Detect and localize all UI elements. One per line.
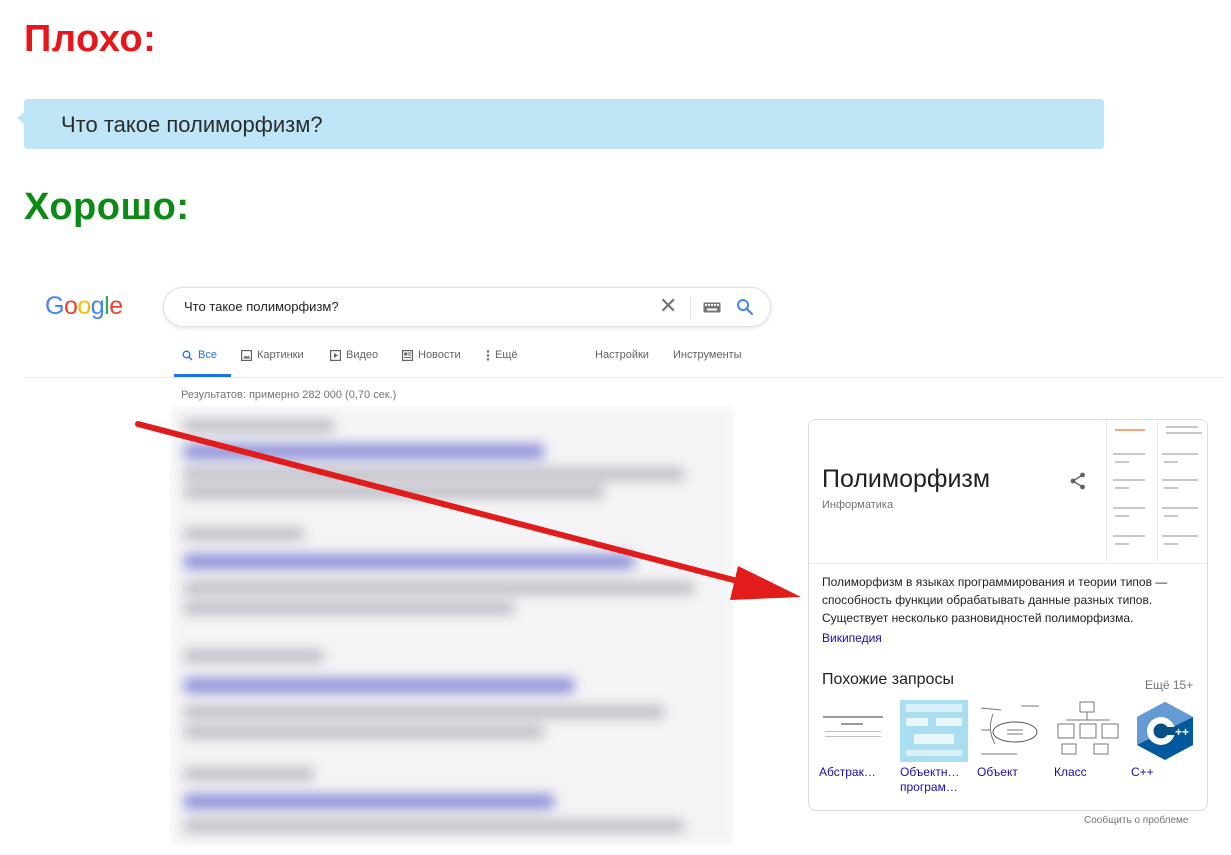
- red-arrow: [135, 421, 801, 600]
